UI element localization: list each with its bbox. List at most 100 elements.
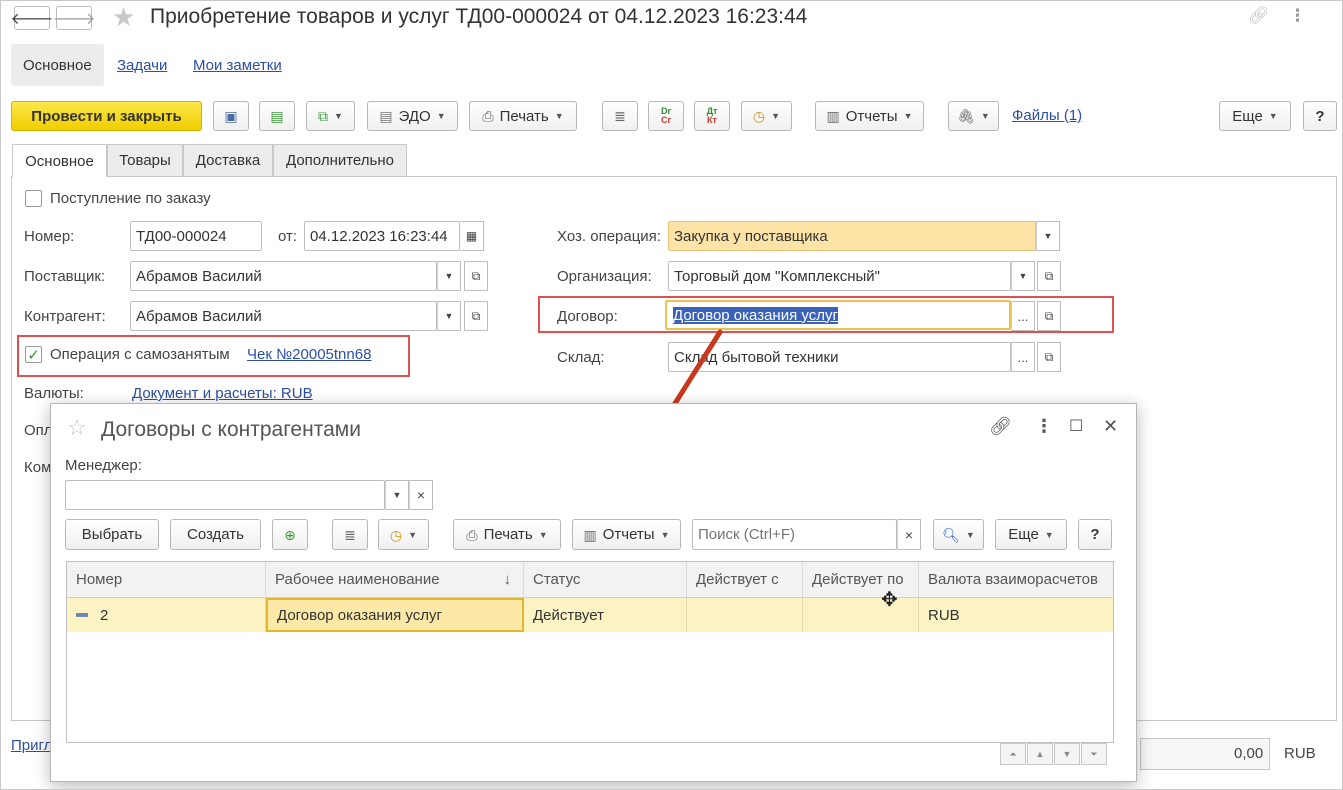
chevron-down-icon: ▼ — [660, 529, 670, 540]
column-header-status[interactable]: Статус — [524, 562, 687, 598]
back-button[interactable]: 🡐 — [11, 6, 53, 30]
related-documents-button[interactable]: ◷ ▼ — [378, 519, 429, 550]
reports-button[interactable]: ▥ Отчеты ▼ — [572, 519, 681, 550]
link-icon[interactable]: 🔗︎ — [1248, 6, 1270, 26]
section-tab-main[interactable]: Основное — [12, 144, 107, 177]
create-copy-button[interactable]: ⊕ — [272, 519, 308, 550]
counterparty-dropdown-button[interactable]: ▼ — [437, 301, 461, 331]
search-input[interactable] — [692, 519, 897, 550]
contract-select-button[interactable]: ... — [1011, 301, 1035, 331]
column-header-valid-to[interactable]: Действует по — [803, 562, 919, 598]
list-button[interactable]: ≣ — [332, 519, 368, 550]
more-button[interactable]: Еще ▼ — [995, 519, 1067, 550]
last-icon: ⏷ — [1090, 748, 1098, 759]
favorite-star-icon[interactable]: ☆ — [67, 415, 87, 441]
maximize-icon[interactable]: ☐ — [1069, 416, 1083, 436]
checkmark-icon: ✓ — [27, 346, 40, 364]
dt-kt-button[interactable]: Дт Кт — [694, 101, 730, 131]
first-icon: ⏶ — [1009, 748, 1017, 759]
supplier-open-button[interactable]: ⧉ — [464, 261, 488, 291]
self-employed-checkbox[interactable]: ✓ — [25, 346, 42, 364]
help-button[interactable]: ? — [1303, 101, 1337, 131]
contract-field[interactable]: Договор оказания услуг — [665, 300, 1011, 330]
column-header-valid-from[interactable]: Действует с — [687, 562, 803, 598]
more-label: Еще — [1008, 526, 1039, 543]
operation-field[interactable]: Закупка у поставщика — [668, 221, 1036, 251]
table-row-cell-name[interactable]: Договор оказания услуг — [266, 598, 524, 632]
search-options-button[interactable]: 🔍︎ ▼ — [933, 519, 984, 550]
search-clear-button[interactable]: × — [897, 519, 921, 550]
number-field[interactable]: ТД00-000024 — [130, 221, 262, 251]
scroll-up-button[interactable]: ▲ — [1027, 743, 1053, 765]
select-button[interactable]: Выбрать — [65, 519, 159, 550]
scroll-bottom-button[interactable]: ⏷ — [1081, 743, 1107, 765]
manager-field[interactable] — [65, 480, 385, 510]
arrow-left-icon: 🡐 — [10, 10, 54, 28]
manager-dropdown-button[interactable]: ▼ — [385, 480, 409, 510]
currencies-link[interactable]: Документ и расчеты: RUB — [132, 385, 313, 402]
attachments-button[interactable]: 🖇︎ ▼ — [948, 101, 999, 131]
section-tab-goods[interactable]: Товары — [107, 144, 183, 176]
supplier-field[interactable]: Абрамов Василий — [130, 261, 437, 291]
table-row-cell-valid-to[interactable] — [803, 598, 919, 632]
tab-my-notes[interactable]: Мои заметки — [181, 44, 294, 86]
post-button[interactable]: ▤ — [259, 101, 295, 131]
post-and-close-button[interactable]: Провести и закрыть — [11, 101, 202, 131]
more-button[interactable]: Еще ▼ — [1219, 101, 1291, 131]
warehouse-label: Склад: — [557, 349, 605, 366]
close-icon[interactable]: ✕ — [1103, 416, 1118, 437]
more-vertical-icon[interactable]: ⋮ — [1035, 416, 1053, 437]
bottom-link[interactable]: Пригл — [11, 737, 52, 754]
column-header-name[interactable]: Рабочее наименование ↓ — [266, 562, 524, 598]
table-row-cell-number[interactable]: 2 — [67, 598, 266, 632]
organization-field[interactable]: Торговый дом "Комплексный" — [668, 261, 1011, 291]
create-based-on-button[interactable]: ⧉ ▼ — [306, 101, 355, 131]
printer-icon: ⎙ — [482, 108, 494, 124]
receipt-link[interactable]: Чек №20005tnn68 — [247, 346, 371, 363]
files-link[interactable]: Файлы (1) — [1012, 107, 1082, 124]
reports-button[interactable]: ▥ Отчеты ▼ — [815, 101, 924, 131]
section-tab-additional[interactable]: Дополнительно — [273, 144, 407, 176]
dialog-title: Договоры с контрагентами — [101, 418, 361, 441]
manager-clear-button[interactable]: × — [409, 480, 433, 510]
by-order-checkbox[interactable] — [25, 190, 42, 207]
related-documents-button[interactable]: ◷ ▼ — [741, 101, 792, 131]
contract-open-button[interactable]: ⧉ — [1037, 301, 1061, 331]
column-header-number[interactable]: Номер — [67, 562, 266, 598]
chevron-down-icon: ▼ — [1043, 231, 1053, 241]
scroll-top-button[interactable]: ⏶ — [1000, 743, 1026, 765]
more-vertical-icon[interactable]: ⋮ — [1289, 6, 1306, 26]
section-tab-delivery[interactable]: Доставка — [183, 144, 273, 176]
tab-main[interactable]: Основное — [11, 44, 104, 86]
link-icon[interactable]: 🔗︎ — [989, 416, 1012, 437]
counterparty-field[interactable]: Абрамов Василий — [130, 301, 437, 331]
organization-dropdown-button[interactable]: ▼ — [1011, 261, 1035, 291]
dr-cr-button[interactable]: Dr Cr — [648, 101, 684, 131]
open-form-icon: ⧉ — [1044, 308, 1054, 323]
scroll-down-button[interactable]: ▼ — [1054, 743, 1080, 765]
supplier-dropdown-button[interactable]: ▼ — [437, 261, 461, 291]
favorite-star-icon[interactable]: ★ — [112, 3, 135, 31]
save-icon: ▣ — [224, 108, 238, 124]
tab-tasks[interactable]: Задачи — [105, 44, 179, 86]
edo-button[interactable]: ▤ ЭДО ▼ — [367, 101, 458, 131]
create-button[interactable]: Создать — [170, 519, 261, 550]
more-label: Еще — [1232, 107, 1263, 125]
help-button[interactable]: ? — [1078, 519, 1112, 550]
warehouse-open-button[interactable]: ⧉ — [1037, 342, 1061, 372]
journal-button[interactable]: ≣ — [602, 101, 638, 131]
print-button[interactable]: ⎙ Печать ▼ — [469, 101, 577, 131]
forward-button[interactable]: 🡒 — [53, 6, 95, 30]
save-button[interactable]: ▣ — [213, 101, 249, 131]
column-header-currency[interactable]: Валюта взаиморасчетов — [919, 562, 1113, 598]
operation-dropdown-button[interactable]: ▼ — [1036, 221, 1060, 251]
date-field[interactable]: 04.12.2023 16:23:44 — [304, 221, 460, 251]
table-row-cell-valid-from[interactable] — [687, 598, 803, 632]
warehouse-select-button[interactable]: ... — [1011, 342, 1035, 372]
calendar-button[interactable]: ▦ — [460, 221, 484, 251]
counterparty-open-button[interactable]: ⧉ — [464, 301, 488, 331]
table-row-cell-status[interactable]: Действует — [524, 598, 687, 632]
organization-open-button[interactable]: ⧉ — [1037, 261, 1061, 291]
table-row-cell-currency[interactable]: RUB — [919, 598, 1113, 632]
print-button[interactable]: ⎙ Печать ▼ — [453, 519, 561, 550]
